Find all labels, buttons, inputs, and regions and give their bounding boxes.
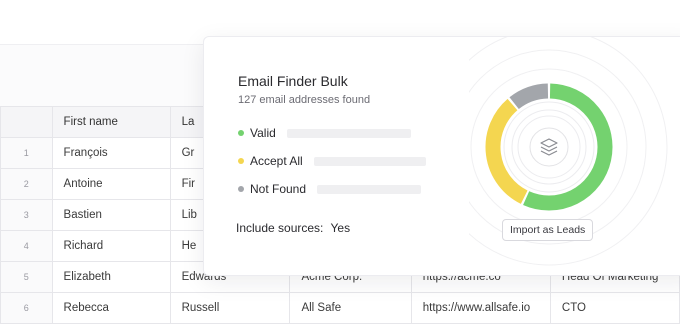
- valid-dot: [238, 130, 244, 136]
- cell-first-name[interactable]: François: [51, 137, 171, 169]
- row-number: 6: [0, 292, 53, 324]
- placeholder-bar: [286, 128, 411, 138]
- row-number: 4: [0, 230, 53, 262]
- legend-label: Valid: [250, 126, 276, 140]
- donut-slice-not-found: [509, 83, 549, 110]
- cell-website[interactable]: https://www.allsafe.io: [410, 292, 551, 324]
- accept-all-dot: [238, 158, 244, 164]
- placeholder-bar: [313, 156, 426, 166]
- emails-found-count: 127 email addresses found: [238, 94, 371, 106]
- legend-item-valid: Valid: [238, 125, 411, 141]
- row-number: 3: [0, 199, 53, 231]
- cell-first-name[interactable]: Antoine: [51, 168, 171, 200]
- include-sources-label: Include sources:: [236, 221, 324, 235]
- card-title: Email Finder Bulk: [238, 73, 348, 89]
- email-finder-bulk-card: Email Finder Bulk 127 email addresses fo…: [203, 36, 680, 276]
- cell-job-title[interactable]: CTO: [549, 292, 680, 324]
- cell-first-name[interactable]: Rebecca: [51, 292, 171, 324]
- row-number-header: [0, 106, 53, 138]
- row-number: 5: [0, 261, 53, 293]
- include-sources: Include sources: Yes: [236, 221, 354, 235]
- legend-item-not-found: Not Found: [238, 181, 422, 197]
- column-header-first-name[interactable]: First name: [51, 106, 171, 138]
- row-number: 1: [0, 137, 53, 169]
- import-as-leads-button[interactable]: Import as Leads: [502, 219, 594, 241]
- legend-label: Not Found: [250, 182, 307, 196]
- placeholder-bar: [317, 184, 422, 194]
- legend-item-accept-all: Accept All: [238, 153, 426, 169]
- row-number: 2: [0, 168, 53, 200]
- include-sources-value: Yes: [330, 221, 351, 235]
- legend-label: Accept All: [250, 154, 303, 168]
- donut-slice-accept-all: [485, 98, 528, 204]
- cell-first-name[interactable]: Richard: [51, 230, 171, 262]
- not-found-dot: [238, 186, 244, 192]
- table-row[interactable]: 6 Rebecca Russell All Safe https://www.a…: [0, 292, 680, 324]
- cell-last-name[interactable]: Russell: [169, 292, 291, 324]
- cell-first-name[interactable]: Elizabeth: [51, 261, 171, 293]
- cell-first-name[interactable]: Bastien: [51, 199, 171, 231]
- cell-company[interactable]: All Safe: [289, 292, 412, 324]
